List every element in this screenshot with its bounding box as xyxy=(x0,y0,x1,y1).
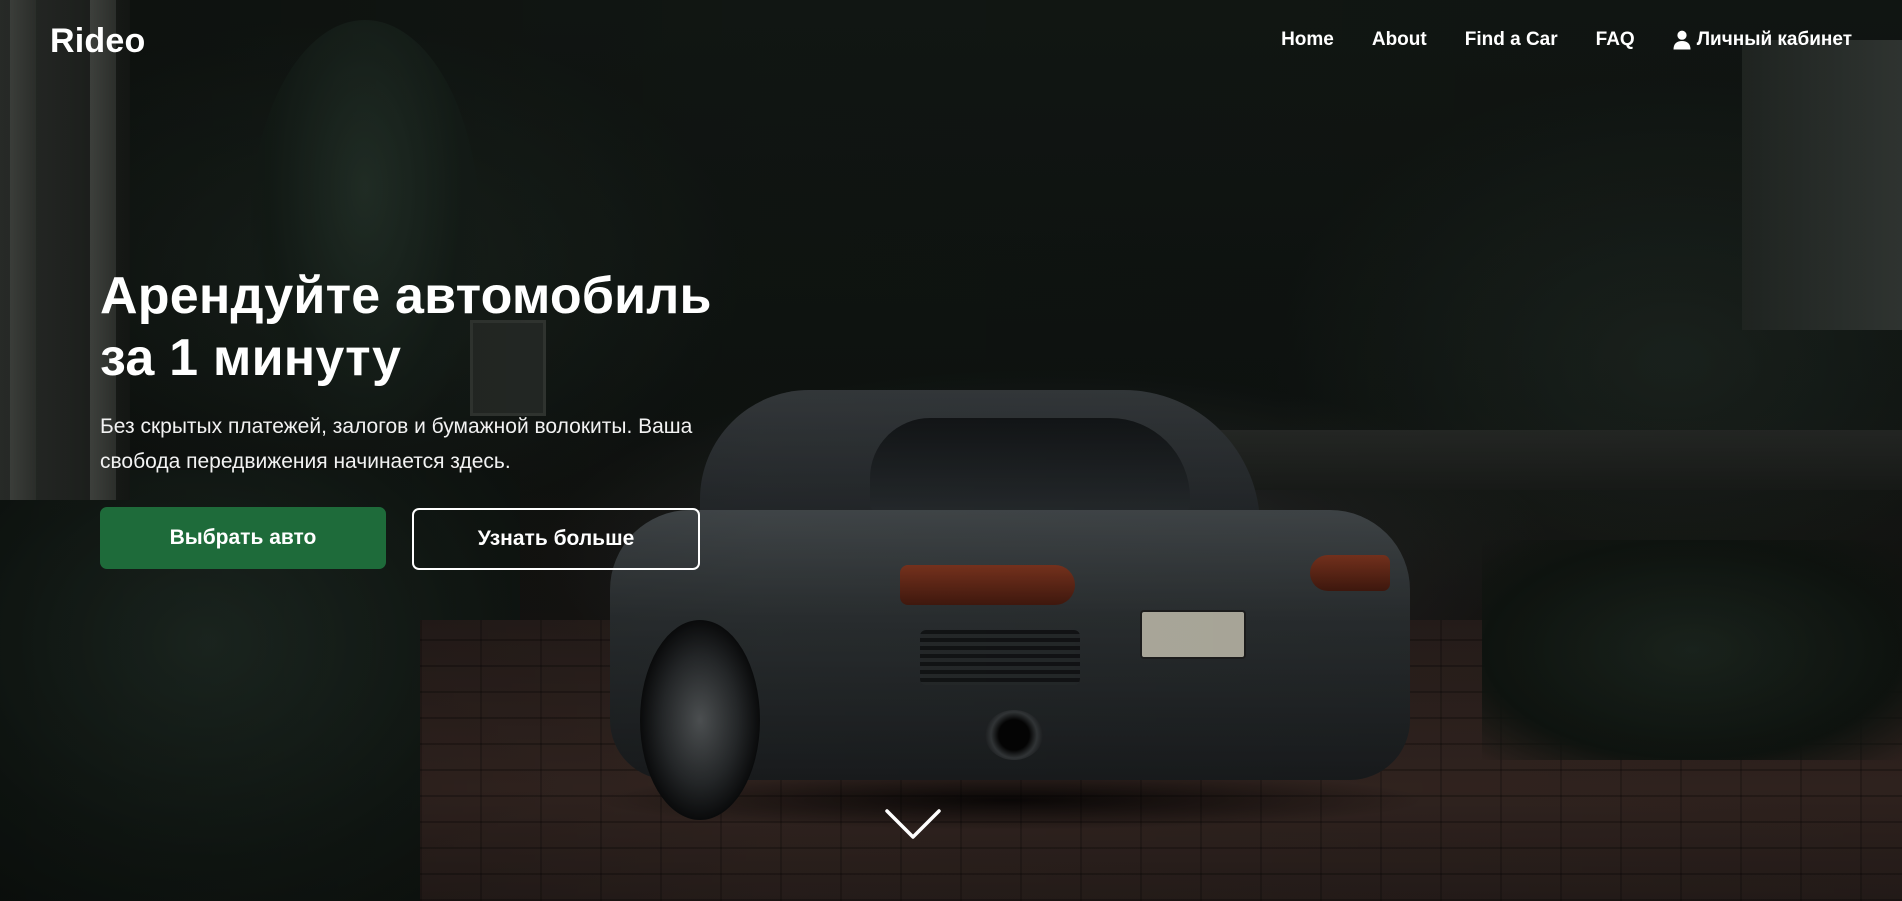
hero-title-line2: за 1 минуту xyxy=(100,329,402,387)
nav-account-label: Личный кабинет xyxy=(1696,29,1852,50)
logo[interactable]: Rideo xyxy=(50,22,145,61)
nav-about[interactable]: About xyxy=(1372,29,1427,51)
hero-title-line1: Арендуйте автомобиль xyxy=(100,267,712,325)
hero-title: Арендуйте автомобиль за 1 минуту xyxy=(100,265,720,389)
nav-account[interactable]: Личный кабинет xyxy=(1673,29,1852,51)
chevron-down-icon xyxy=(885,809,941,839)
site-header: Rideo Home About Find a Car FAQ Личный к… xyxy=(0,0,1902,84)
hero-section: Rideo Home About Find a Car FAQ Личный к… xyxy=(0,0,1902,901)
choose-car-button[interactable]: Выбрать авто xyxy=(100,507,386,569)
nav-home[interactable]: Home xyxy=(1281,29,1334,51)
nav-faq[interactable]: FAQ xyxy=(1596,29,1635,51)
main-nav: Home About Find a Car FAQ Личный кабинет xyxy=(1281,29,1852,51)
nav-find-car[interactable]: Find a Car xyxy=(1465,29,1558,51)
user-icon xyxy=(1673,30,1691,50)
hero-content: Арендуйте автомобиль за 1 минуту Без скр… xyxy=(100,265,720,570)
learn-more-button[interactable]: Узнать больше xyxy=(412,508,700,570)
scroll-down-button[interactable] xyxy=(885,808,941,842)
hero-description: Без скрытых платежей, залогов и бумажной… xyxy=(100,415,693,473)
hero-buttons: Выбрать авто Узнать больше xyxy=(100,507,720,570)
